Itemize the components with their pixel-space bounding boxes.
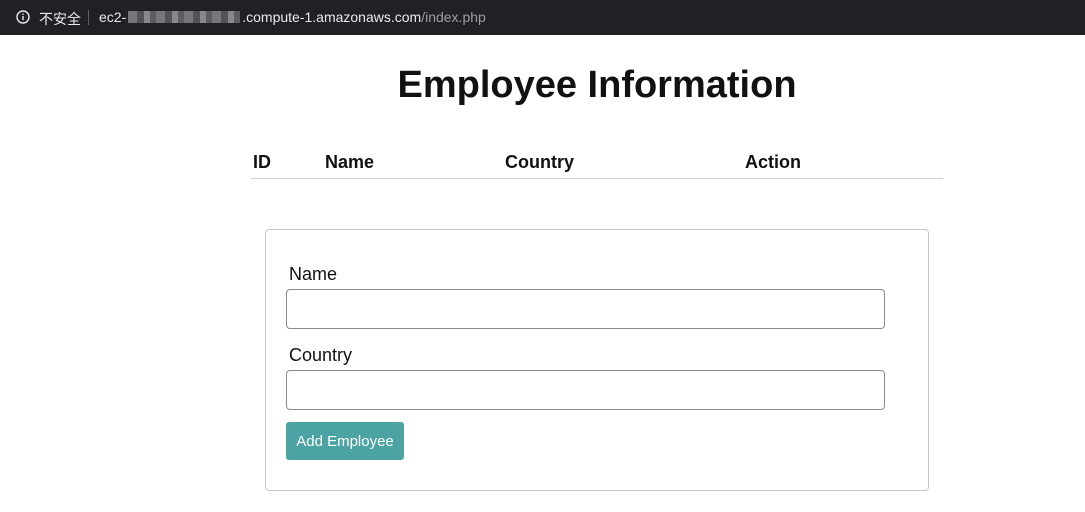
column-header-action: Action <box>745 152 801 172</box>
address-divider <box>88 10 89 25</box>
column-header-country: Country <box>505 152 574 172</box>
add-employee-form: Name Country Add Employee <box>265 229 929 491</box>
column-header-name: Name <box>325 152 375 172</box>
country-label: Country <box>289 345 353 365</box>
address-bar[interactable]: 不安全 ec2- .compute-1.amazonaws.com/index.p… <box>0 0 1085 35</box>
security-status-label[interactable]: 不安全 <box>39 9 81 29</box>
country-input[interactable] <box>286 370 885 410</box>
add-employee-button[interactable]: Add Employee <box>286 422 404 460</box>
url-path: /index.php <box>421 9 486 25</box>
url-text[interactable]: ec2- .compute-1.amazonaws.com/index.php <box>99 9 486 25</box>
employee-table-header: ID Name Country Action <box>251 148 943 179</box>
page-title: Employee Information <box>397 64 797 106</box>
column-header-id: ID <box>253 152 271 172</box>
redacted-hostname <box>128 11 241 23</box>
url-host-start: ec2- <box>99 9 127 25</box>
name-input[interactable] <box>286 289 885 329</box>
name-label: Name <box>289 264 338 284</box>
url-host-end: .compute-1.amazonaws.com <box>242 9 422 25</box>
info-icon[interactable] <box>16 10 30 24</box>
